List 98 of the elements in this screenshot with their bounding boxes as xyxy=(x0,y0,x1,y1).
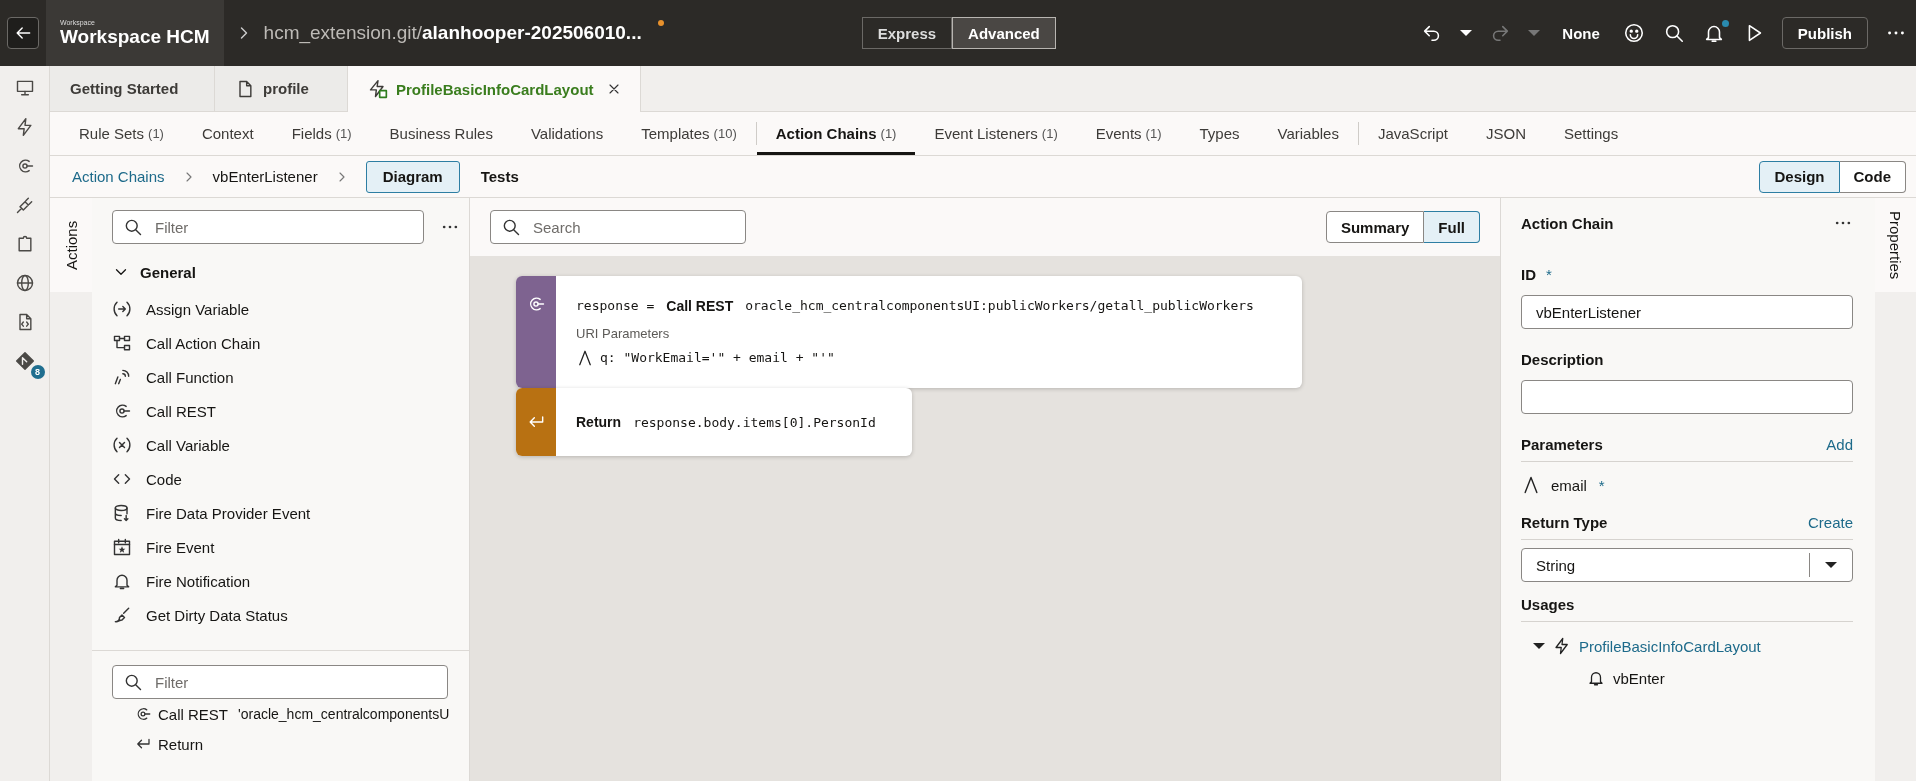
branch-name[interactable]: alanhooper-202506010... xyxy=(422,22,642,44)
parameter-name[interactable]: email xyxy=(1551,476,1587,494)
panel-title: Action Chain xyxy=(1521,214,1614,232)
view-toggle[interactable]: Summary xyxy=(1325,211,1425,243)
breadcrumb-link[interactable]: Action Chains xyxy=(72,168,165,185)
search-icon xyxy=(123,672,143,692)
editor-tab[interactable]: JSON xyxy=(1466,112,1545,155)
code-text: response.body.items[0].PersonId xyxy=(633,414,876,430)
caret-icon xyxy=(1825,562,1837,568)
usage-link[interactable]: ProfileBasicInfoCardLayout xyxy=(1579,637,1761,655)
structure-item[interactable]: Call REST xyxy=(158,705,228,723)
section-label: Usages xyxy=(1521,596,1575,613)
action-item[interactable]: Assign Variable xyxy=(146,300,250,318)
lightning-icon xyxy=(368,79,388,99)
view-tab[interactable]: Diagram xyxy=(365,160,460,193)
required-mark: * xyxy=(1546,266,1552,283)
editor-tab[interactable]: Variables xyxy=(1258,112,1358,155)
file-tab[interactable]: Getting Started xyxy=(50,66,215,111)
action-node[interactable]: Return response.body.items[0].PersonId xyxy=(516,388,912,456)
search-field[interactable]: Search xyxy=(490,210,746,244)
filter-field[interactable]: Filter xyxy=(112,210,424,244)
caret-icon[interactable] xyxy=(1533,643,1545,649)
smiley-icon[interactable] xyxy=(1622,22,1645,44)
repository-name: hcm_extension.git/ xyxy=(263,22,422,44)
function-icon xyxy=(112,367,132,387)
section-label: URI Parameters xyxy=(576,325,671,341)
return-type-select[interactable]: String xyxy=(1521,548,1853,582)
breadcrumb-item: vbEnterListener xyxy=(212,168,318,185)
description-field[interactable] xyxy=(1521,380,1853,414)
properties-side-tab[interactable]: Properties xyxy=(1875,198,1916,292)
file-tab[interactable]: profile xyxy=(215,66,348,111)
calendar-icon xyxy=(112,537,132,557)
workspace-name[interactable]: Workspace HCM xyxy=(60,25,210,48)
id-field[interactable]: vbEnterListener xyxy=(1521,295,1853,329)
chain-icon xyxy=(112,333,132,353)
editor-tab[interactable]: Templates (10) xyxy=(622,112,756,155)
assign-icon xyxy=(112,299,132,319)
action-item[interactable]: Code xyxy=(146,470,182,488)
monitor-icon[interactable] xyxy=(14,78,35,98)
action-item[interactable]: Get Dirty Data Status xyxy=(146,606,288,624)
structure-item[interactable]: Return xyxy=(158,735,204,753)
action-item[interactable]: Fire Data Provider Event xyxy=(146,504,311,522)
editor-mode-toggle[interactable]: Design xyxy=(1759,160,1840,193)
create-link[interactable]: Create xyxy=(1807,514,1853,531)
action-item[interactable]: Call REST xyxy=(146,402,216,420)
usage-item[interactable]: vbEnter xyxy=(1613,669,1665,687)
actions-side-tab[interactable]: Actions xyxy=(50,198,92,292)
variable-icon xyxy=(112,435,132,455)
code-text: response = xyxy=(576,298,655,313)
filter-field[interactable]: Filter xyxy=(112,665,448,699)
action-node[interactable]: response = Call REST oracle_hcm_centralcomponentsUI:publicWorkers/getall_publicWorkers URI Parameters q: "WorkEmail='" + email + "'" xyxy=(516,276,1302,388)
brush-icon xyxy=(112,605,132,625)
section-label: Parameters xyxy=(1521,436,1603,453)
editor-tab[interactable]: JavaScript xyxy=(1358,112,1467,155)
editor-tab[interactable]: Rule Sets (1) xyxy=(60,112,183,155)
mode-toggle[interactable]: Express xyxy=(861,17,953,49)
search-icon xyxy=(501,217,521,237)
editor-tab[interactable]: Context xyxy=(182,112,273,155)
group-header[interactable]: General xyxy=(112,260,469,284)
editor-tab[interactable]: Business Rules xyxy=(370,112,512,155)
required-mark: * xyxy=(1598,476,1605,494)
file-tab[interactable]: ProfileBasicInfoCardLayout xyxy=(348,66,641,112)
text-type-icon xyxy=(576,348,594,367)
structure-detail: 'oracle_hcm_centralcomponentsU xyxy=(238,706,450,722)
bell-icon xyxy=(1587,669,1605,687)
editor-tab[interactable]: Events (1) xyxy=(1076,112,1181,155)
view-toggle[interactable]: Full xyxy=(1424,211,1480,243)
action-item[interactable]: Fire Event xyxy=(146,538,215,556)
action-item[interactable]: Call Function xyxy=(146,368,234,386)
mode-toggle[interactable]: Advanced xyxy=(952,17,1056,49)
view-tab[interactable]: Tests xyxy=(463,160,536,193)
publish-button[interactable]: Publish xyxy=(1781,17,1868,49)
caret-icon[interactable] xyxy=(1460,30,1473,36)
code-text: q: "WorkEmail='" + email + "'" xyxy=(600,350,835,365)
count-badge: 8 xyxy=(30,365,45,379)
back-button[interactable] xyxy=(7,17,39,49)
plug-icon[interactable] xyxy=(14,195,35,215)
profile-selector[interactable]: None xyxy=(1562,24,1600,42)
globe-icon[interactable] xyxy=(14,273,35,293)
lightning-icon xyxy=(1553,637,1571,655)
search-icon xyxy=(123,217,143,237)
git-icon[interactable] xyxy=(14,351,35,371)
action-item[interactable]: Fire Notification xyxy=(146,572,251,590)
action-name: Call REST xyxy=(666,297,734,314)
editor-mode-toggle[interactable]: Code xyxy=(1839,160,1906,193)
field-label: ID xyxy=(1521,266,1536,283)
editor-tab[interactable]: Fields (1) xyxy=(272,112,371,155)
editor-tab[interactable]: Validations xyxy=(511,112,623,155)
code-text: oracle_hcm_centralcomponentsUI:publicWorkers/getall_publicWorkers xyxy=(745,298,1254,313)
field-label: Return Type xyxy=(1521,514,1608,531)
action-item[interactable]: Call Variable xyxy=(146,436,230,454)
editor-tab[interactable]: Settings xyxy=(1545,112,1638,155)
add-link[interactable]: Add xyxy=(1826,436,1853,453)
editor-tab[interactable]: Event Listeners (1) xyxy=(915,112,1077,155)
field-label: Description xyxy=(1521,351,1604,368)
editor-tab[interactable]: Types xyxy=(1180,112,1259,155)
action-item[interactable]: Call Action Chain xyxy=(146,334,261,352)
action-name: Return xyxy=(576,414,622,430)
